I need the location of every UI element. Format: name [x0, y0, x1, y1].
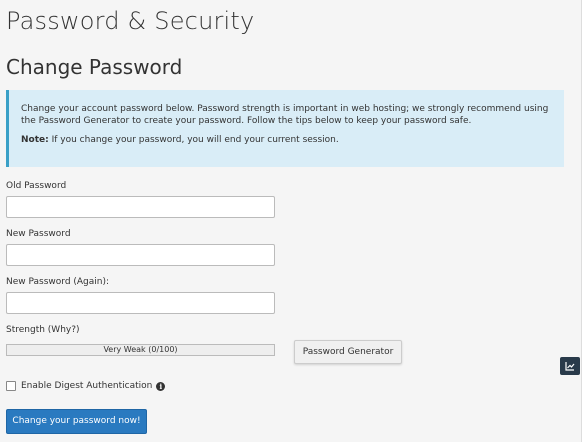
new-password-again-label: New Password (Again): — [6, 277, 110, 287]
digest-auth-row: Enable Digest Authentication i — [6, 380, 166, 392]
old-password-label: Old Password — [6, 181, 67, 191]
info-text: Change your account password below. Pass… — [21, 104, 549, 126]
strength-text: Very Weak (0/100) — [103, 345, 178, 354]
digest-auth-label[interactable]: Enable Digest Authentication — [21, 381, 152, 391]
info-circle-icon[interactable]: i — [156, 381, 166, 391]
digest-auth-checkbox[interactable] — [6, 381, 16, 391]
old-password-input[interactable] — [6, 196, 275, 218]
new-password-again-input[interactable] — [6, 292, 275, 314]
new-password-label: New Password — [6, 229, 71, 239]
note-body: If you change your password, you will en… — [48, 135, 339, 145]
new-password-input[interactable] — [6, 244, 275, 266]
chart-icon — [565, 362, 575, 371]
note-label: Note: — [21, 135, 49, 145]
page-title: Password & Security — [6, 7, 255, 35]
info-alert: Change your account password below. Pass… — [6, 90, 564, 167]
side-widget-button[interactable] — [560, 357, 580, 375]
section-title: Change Password — [6, 55, 183, 79]
password-generator-button[interactable]: Password Generator — [294, 340, 402, 364]
strength-label[interactable]: Strength (Why?) — [6, 325, 80, 335]
strength-meter: Very Weak (0/100) — [6, 344, 275, 356]
change-password-submit-button[interactable]: Change your password now! — [6, 409, 147, 434]
note-text: Note: If you change your password, you w… — [21, 134, 552, 146]
